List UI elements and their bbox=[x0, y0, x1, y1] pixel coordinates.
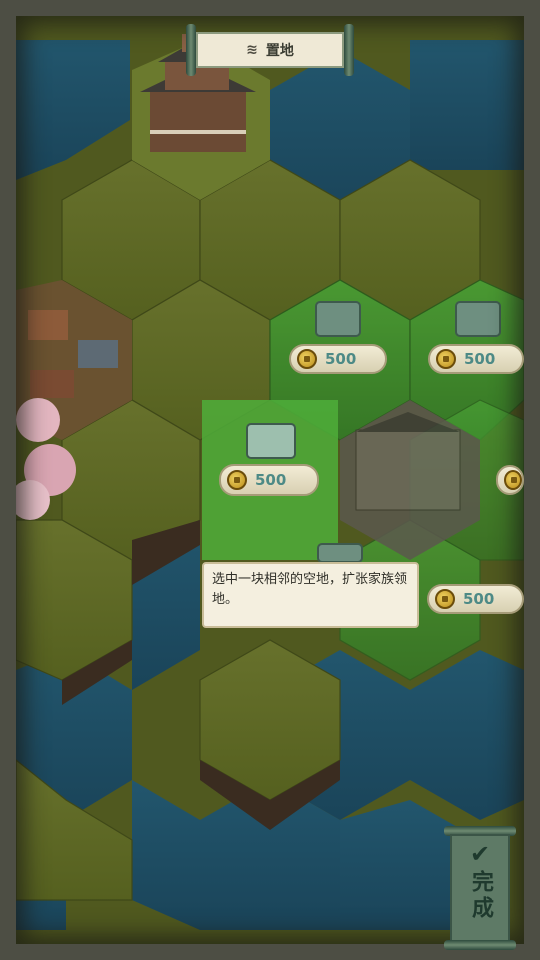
coin-icon bbox=[504, 470, 522, 490]
land-pattern-icon: ≋ bbox=[246, 42, 258, 58]
plot-cost: 500 bbox=[325, 350, 357, 368]
coin-icon bbox=[435, 589, 455, 609]
coin-icon bbox=[297, 349, 317, 369]
plot-cost: 500 bbox=[464, 350, 496, 368]
plot-cost-badge[interactable]: 500 bbox=[289, 344, 387, 374]
page-title: 置地 bbox=[265, 43, 294, 59]
coin-icon bbox=[436, 349, 456, 369]
plot-cost: 500 bbox=[255, 471, 287, 489]
scroll-rod-bottom bbox=[444, 940, 516, 950]
plot-cost-badge[interactable]: 500 bbox=[428, 344, 524, 374]
plot-cost: 500 bbox=[463, 590, 495, 608]
plot-cost-badge[interactable] bbox=[496, 465, 524, 495]
scroll-rod-right bbox=[344, 24, 354, 76]
title-paper: ≋ 置地 bbox=[196, 32, 344, 68]
plot-cost-badge[interactable]: 500 bbox=[427, 584, 524, 614]
plot-cost-badge[interactable]: 500 bbox=[219, 464, 319, 496]
hint-tooltip: 选中一块相邻的空地，扩张家族领地。 bbox=[202, 562, 419, 628]
scroll-rod-left bbox=[186, 24, 196, 76]
done-label: 完成 bbox=[468, 870, 493, 922]
done-button[interactable]: ✔ 完成 bbox=[440, 826, 520, 950]
checkmark-icon: ✔ bbox=[469, 840, 491, 868]
coin-icon bbox=[227, 470, 247, 490]
done-paper[interactable]: ✔ 完成 bbox=[450, 834, 510, 942]
title-banner: ≋ 置地 bbox=[186, 24, 354, 76]
hint-text: 选中一块相邻的空地，扩张家族领地。 bbox=[212, 572, 408, 607]
